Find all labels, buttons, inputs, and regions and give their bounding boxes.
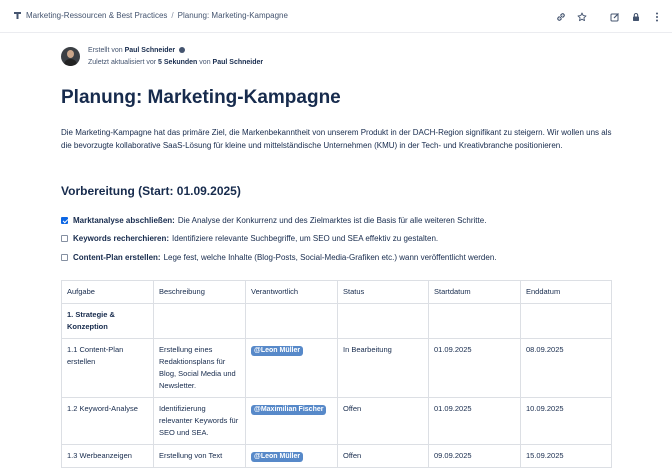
task-cell: 1.1 Content-Plan erstellen (61, 338, 154, 398)
task-text: Identifiziere relevante Suchbegriffe, um… (172, 234, 439, 243)
owner-cell: @Leon Müller (245, 338, 338, 398)
start-date-cell: 01.09.2025 (428, 397, 521, 445)
table-header-row: Aufgabe Beschreibung Verantwortlich Stat… (61, 280, 612, 304)
end-date-cell: 08.09.2025 (520, 338, 612, 398)
byline-updated-time[interactable]: 5 Sekunden (158, 59, 197, 66)
lock-icon[interactable] (628, 9, 643, 24)
description-cell: Identifizierung relevanter Keywords für … (153, 397, 246, 445)
table-cell (337, 303, 429, 339)
star-icon[interactable] (574, 9, 589, 24)
column-header: Status (337, 280, 429, 304)
description-cell: Erstellung von Text (153, 444, 246, 468)
task-checkbox[interactable] (61, 235, 68, 242)
end-date-cell: 15.09.2025 (520, 444, 612, 468)
byline-text: Erstellt von Paul Schneider Zuletzt aktu… (88, 45, 263, 71)
section-heading: Vorbereitung (Start: 01.09.2025) (61, 184, 241, 198)
byline-author[interactable]: Paul Schneider (125, 47, 176, 54)
task-cell: 1.3 Werbeanzeigen (61, 444, 154, 468)
owner-icon (179, 47, 186, 53)
more-icon[interactable] (649, 9, 664, 24)
column-header: Enddatum (520, 280, 612, 304)
link-icon[interactable] (553, 9, 568, 24)
task-item: Content-Plan erstellen: Lege fest, welch… (61, 251, 621, 263)
page-toolbar (547, 9, 664, 24)
byline-created-label: Erstellt von (88, 47, 123, 54)
status-cell: Offen (337, 444, 429, 468)
column-header: Beschreibung (153, 280, 246, 304)
column-header: Verantwortlich (245, 280, 338, 304)
breadcrumb-separator: / (171, 11, 174, 20)
task-title: Marktanalyse abschließen: (73, 215, 175, 225)
byline-updated-by[interactable]: Paul Schneider (213, 59, 264, 66)
page-byline: Erstellt von Paul Schneider Zuletzt aktu… (61, 45, 263, 71)
intro-paragraph: Die Marketing-Kampagne hat das primäre Z… (61, 128, 612, 150)
breadcrumb-space-link[interactable]: Marketing-Ressourcen & Best Practices (26, 11, 167, 20)
page-title: Planung: Marketing-Kampagne (61, 87, 341, 108)
task-item: Keywords recherchieren: Identifiziere re… (61, 233, 621, 245)
task-list: Marktanalyse abschließen: Die Analyse de… (61, 214, 621, 270)
edit-icon[interactable] (607, 9, 622, 24)
owner-cell: @Maximilian Fischer (245, 397, 338, 445)
avatar[interactable] (61, 47, 80, 66)
task-checkbox[interactable] (61, 253, 68, 261)
table-group-row: 1. Strategie & Konzeption (61, 303, 612, 339)
top-bar: Marketing-Ressourcen & Best Practices / … (0, 0, 672, 33)
table-cell (428, 303, 521, 339)
user-mention[interactable]: @Maximilian Fischer (251, 405, 327, 415)
user-mention[interactable]: @Leon Müller (251, 452, 304, 462)
byline-updated-label: Zuletzt aktualisiert vor (88, 59, 157, 66)
table-row: 1.1 Content-Plan erstellen Erstellung ei… (61, 338, 612, 398)
byline-by-label: von (199, 59, 211, 66)
task-checkbox-checked[interactable] (61, 216, 68, 224)
breadcrumb-page-link[interactable]: Planung: Marketing-Kampagne (178, 11, 288, 20)
start-date-cell: 09.09.2025 (428, 444, 521, 468)
start-date-cell: 01.09.2025 (428, 338, 521, 398)
group-cell: 1. Strategie & Konzeption (61, 303, 154, 339)
plan-table: Aufgabe Beschreibung Verantwortlich Stat… (61, 280, 612, 468)
breadcrumb: Marketing-Ressourcen & Best Practices / … (13, 11, 288, 20)
table-cell (153, 303, 246, 339)
status-cell: Offen (337, 397, 429, 445)
owner-cell: @Leon Müller (245, 444, 338, 468)
table-cell (245, 303, 338, 339)
column-header: Startdatum (428, 280, 521, 304)
space-icon (13, 11, 22, 20)
task-item: Marktanalyse abschließen: Die Analyse de… (61, 214, 621, 226)
status-cell: In Bearbeitung (337, 338, 429, 398)
column-header: Aufgabe (61, 280, 154, 304)
description-cell: Erstellung eines Redaktionsplans für Blo… (153, 338, 246, 398)
table-row: 1.3 Werbeanzeigen Erstellung von Text @L… (61, 444, 612, 468)
task-title: Content-Plan erstellen: (73, 252, 161, 262)
task-text: Lege fest, welche Inhalte (Blog-Posts, S… (163, 252, 497, 262)
table-cell (520, 303, 612, 339)
task-cell: 1.2 Keyword-Analyse (61, 397, 154, 445)
task-text: Die Analyse der Konkurrenz und des Zielm… (177, 215, 487, 225)
end-date-cell: 10.09.2025 (520, 397, 612, 445)
task-title: Keywords recherchieren: (73, 234, 170, 243)
table-row: 1.2 Keyword-Analyse Identifizierung rele… (61, 397, 612, 445)
user-mention[interactable]: @Leon Müller (251, 346, 304, 356)
